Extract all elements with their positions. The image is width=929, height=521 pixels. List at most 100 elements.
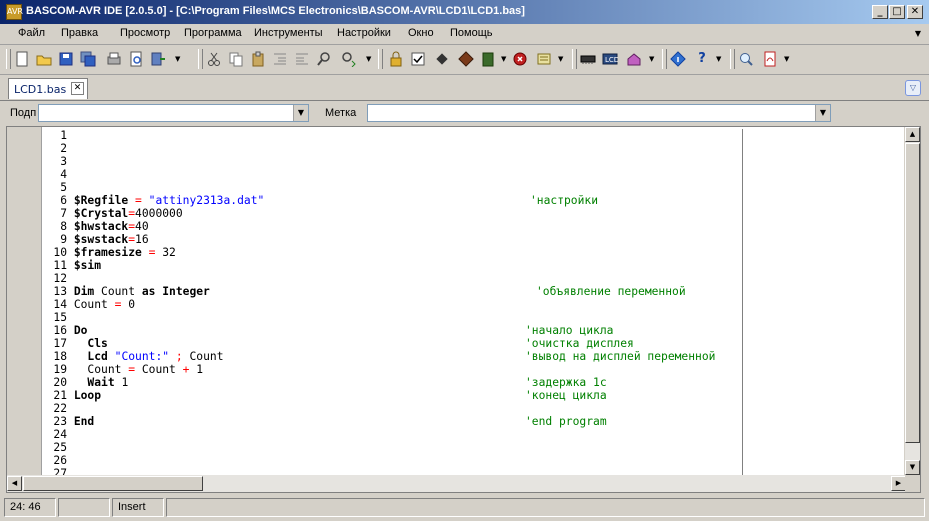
horizontal-scroll-thumb[interactable] <box>23 476 203 491</box>
code-line[interactable]: 17 Cls <box>53 337 107 350</box>
code-editor[interactable]: 1 2 3 4 5 6 $Regfile = "attiny2313a.dat"… <box>6 126 921 493</box>
code-line[interactable]: 23 End <box>53 415 94 428</box>
code-line[interactable]: 8 $hwstack=40 <box>53 220 148 233</box>
scroll-right-icon[interactable]: ▶ <box>891 476 906 491</box>
chevron-down-icon[interactable]: ▼ <box>815 105 830 121</box>
label-combo[interactable]: ▼ <box>367 104 831 122</box>
title-bar[interactable]: AVR BASCOM-AVR IDE [2.0.5.0] - [C:\Progr… <box>0 0 929 24</box>
save-all-icon[interactable] <box>80 51 96 67</box>
toolbar-dropdown-icon[interactable]: ▼ <box>175 55 180 63</box>
stop-icon[interactable] <box>512 51 528 67</box>
toolbar-dropdown-icon[interactable]: ▼ <box>784 55 789 63</box>
code-line[interactable]: 22 <box>53 402 74 415</box>
export-icon[interactable] <box>150 51 166 67</box>
toolbar-dropdown-icon[interactable]: ▼ <box>501 55 506 63</box>
code-line[interactable]: 24 <box>53 428 74 441</box>
cut-icon[interactable] <box>206 51 222 67</box>
paste-icon[interactable] <box>250 51 266 67</box>
menu-help[interactable]: Помощь <box>450 27 493 39</box>
horizontal-scrollbar[interactable]: ◀ ▶ <box>7 475 906 492</box>
toolbar-dropdown-icon[interactable]: ▼ <box>649 55 654 63</box>
code-line[interactable]: 13 Dim Count as Integer <box>53 285 209 298</box>
scroll-left-icon[interactable]: ◀ <box>7 476 22 491</box>
code-line[interactable]: 11 $sim <box>53 259 101 272</box>
menu-tools[interactable]: Инструменты <box>254 27 323 39</box>
menu-view[interactable]: Просмотр <box>120 27 170 39</box>
code-line[interactable]: 5 <box>53 181 74 194</box>
program-chip-icon[interactable] <box>458 51 474 67</box>
editor-gutter[interactable] <box>7 127 42 475</box>
copy-icon[interactable] <box>228 51 244 67</box>
maximize-button[interactable]: □ <box>889 5 905 19</box>
menu-window[interactable]: Окно <box>408 27 434 39</box>
code-line[interactable]: 18 Lcd "Count:" ; Count <box>53 350 223 363</box>
code-line[interactable]: 25 <box>53 441 74 454</box>
code-text-area[interactable]: 1 2 3 4 5 6 $Regfile = "attiny2313a.dat"… <box>42 129 906 475</box>
tab-list-chevron-icon[interactable]: ▽ <box>905 80 921 96</box>
code-line[interactable]: 1 <box>53 129 74 142</box>
code-line[interactable]: 2 <box>53 142 74 155</box>
code-line[interactable]: 9 $swstack=16 <box>53 233 148 246</box>
tab-lcd1-bas[interactable]: LCD1.bas ✕ <box>8 78 88 99</box>
code-line[interactable]: 7 $Crystal=4000000 <box>53 207 182 220</box>
toolbar-grip[interactable] <box>378 49 383 69</box>
code-line[interactable]: 16 Do <box>53 324 87 337</box>
toolbar-grip[interactable] <box>198 49 203 69</box>
bascom-app-icon[interactable]: AVR <box>6 4 23 20</box>
code-line[interactable]: 3 <box>53 155 74 168</box>
pdf-icon[interactable] <box>762 51 778 67</box>
toolbar-grip[interactable] <box>572 49 577 69</box>
syntax-check-icon[interactable] <box>410 51 426 67</box>
toolbar-grip[interactable] <box>662 49 667 69</box>
code-line[interactable]: 14 Count = 0 <box>53 298 135 311</box>
subroutine-combo[interactable]: ▼ <box>38 104 309 122</box>
menu-overflow-icon[interactable]: ▼ <box>915 29 921 38</box>
compile-icon[interactable] <box>434 51 450 67</box>
chevron-down-icon[interactable]: ▼ <box>293 105 308 121</box>
simulator-icon[interactable] <box>536 51 552 67</box>
toolbar-dropdown-icon[interactable]: ▼ <box>366 55 371 63</box>
save-icon[interactable] <box>58 51 74 67</box>
report-icon[interactable] <box>480 51 496 67</box>
menu-options[interactable]: Настройки <box>337 27 391 39</box>
print-preview-icon[interactable] <box>128 51 144 67</box>
code-line[interactable]: 4 <box>53 168 74 181</box>
code-line[interactable]: 21 Loop <box>53 389 101 402</box>
code-line[interactable]: 12 <box>53 272 74 285</box>
menu-edit[interactable]: Правка <box>61 27 98 39</box>
vertical-scrollbar[interactable]: ▲ ▼ <box>904 127 920 475</box>
menu-program[interactable]: Программа <box>184 27 242 39</box>
lock-icon[interactable] <box>388 51 404 67</box>
minimize-button[interactable]: _ <box>872 5 888 19</box>
find-icon[interactable] <box>316 51 332 67</box>
code-line[interactable]: 19 Count = Count + 1 <box>53 363 203 376</box>
vertical-scroll-thumb[interactable] <box>905 143 920 443</box>
toolbar-dropdown-icon[interactable]: ▼ <box>716 55 721 63</box>
indent-icon[interactable] <box>272 51 288 67</box>
code-line[interactable]: 15 <box>53 311 74 324</box>
code-line[interactable]: 26 <box>53 454 74 467</box>
zoom-icon[interactable] <box>738 51 754 67</box>
menu-file[interactable]: Файл <box>18 27 45 39</box>
toolbar-grip[interactable] <box>6 49 11 69</box>
help-icon[interactable]: ? <box>694 51 710 67</box>
print-icon[interactable] <box>106 51 122 67</box>
new-file-icon[interactable] <box>14 51 30 67</box>
library-manager-icon[interactable] <box>626 51 642 67</box>
info-icon[interactable] <box>670 51 686 67</box>
scroll-down-icon[interactable]: ▼ <box>905 460 920 475</box>
open-file-icon[interactable] <box>36 51 52 67</box>
code-line[interactable]: 20 Wait 1 <box>53 376 128 389</box>
code-line[interactable]: 27 <box>53 467 74 475</box>
toolbar-dropdown-icon[interactable]: ▼ <box>558 55 563 63</box>
scroll-up-icon[interactable]: ▲ <box>905 127 920 142</box>
lcd-designer-icon[interactable]: LCD <box>602 51 619 67</box>
toolbar-grip[interactable] <box>730 49 735 69</box>
close-button[interactable]: ✕ <box>907 5 923 19</box>
unindent-icon[interactable] <box>294 51 310 67</box>
close-tab-icon[interactable]: ✕ <box>71 82 84 95</box>
terminal-icon[interactable] <box>580 51 596 67</box>
code-line[interactable]: 6 $Regfile = "attiny2313a.dat" <box>53 194 264 207</box>
find-next-icon[interactable] <box>340 51 356 68</box>
code-line[interactable]: 10 $framesize = 32 <box>53 246 175 259</box>
